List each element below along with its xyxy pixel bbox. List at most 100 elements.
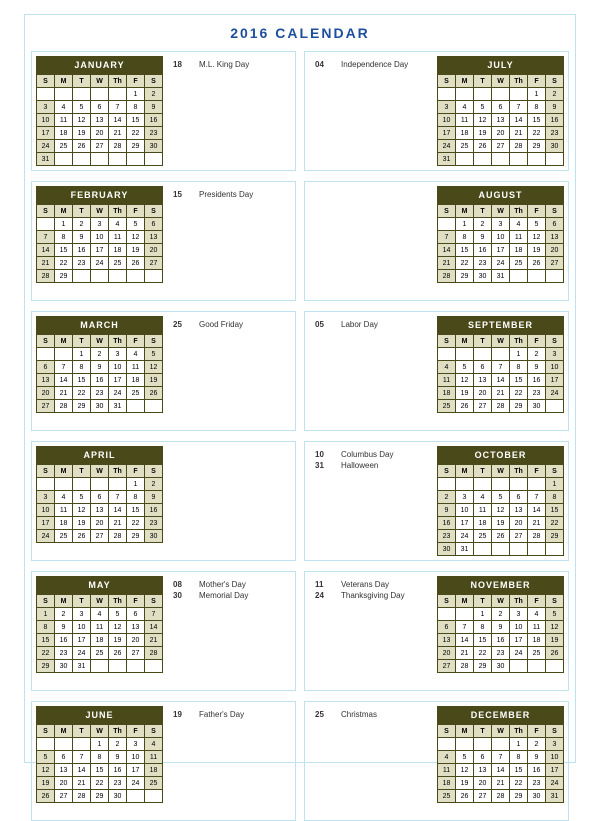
events-list: 08Mother's Day30Memorial Day [163, 576, 291, 602]
dow-header: M [456, 75, 474, 88]
day-cell: 25 [127, 387, 145, 400]
day-cell: 22 [510, 777, 528, 790]
day-cell: 22 [456, 257, 474, 270]
day-cell: 19 [73, 127, 91, 140]
day-cell: 7 [109, 491, 127, 504]
day-cell: 21 [510, 127, 528, 140]
month-block: AUGUSTSMTWThFS12345678910111213141516171… [304, 181, 569, 301]
month-calendar: JANUARYSMTWThFS1234567891011121314151617… [36, 56, 163, 166]
day-cell: 8 [91, 751, 109, 764]
day-cell: 11 [145, 751, 163, 764]
day-cell: 29 [55, 270, 73, 283]
day-cell [546, 270, 564, 283]
day-cell [528, 153, 546, 166]
day-cell: 4 [127, 348, 145, 361]
day-cell: 8 [510, 361, 528, 374]
day-cell: 3 [37, 491, 55, 504]
dow-header: S [546, 335, 564, 348]
day-cell: 5 [127, 218, 145, 231]
month-name: JULY [437, 56, 564, 74]
day-cell [55, 738, 73, 751]
month-calendar: JUNESMTWThFS1234567891011121314151617181… [36, 706, 163, 803]
day-cell [546, 660, 564, 673]
day-cell: 30 [109, 790, 127, 803]
day-cell: 11 [109, 231, 127, 244]
day-cell: 28 [510, 140, 528, 153]
dow-header: W [492, 335, 510, 348]
day-cell: 17 [510, 634, 528, 647]
dow-header: S [438, 595, 456, 608]
day-cell: 17 [109, 374, 127, 387]
event-label: Halloween [341, 461, 378, 470]
day-cell [510, 543, 528, 556]
day-cell [73, 153, 91, 166]
day-cell: 3 [492, 218, 510, 231]
event-item: 25Good Friday [173, 320, 285, 329]
day-cell: 12 [73, 504, 91, 517]
dow-header: Th [109, 205, 127, 218]
month-name: AUGUST [437, 186, 564, 204]
day-cell: 4 [55, 101, 73, 114]
dow-header: F [127, 205, 145, 218]
month-calendar: NOVEMBERSMTWThFS123456789101112131415161… [437, 576, 564, 673]
dow-header: S [37, 595, 55, 608]
day-cell: 18 [456, 127, 474, 140]
dow-header: T [474, 595, 492, 608]
dow-header: S [145, 335, 163, 348]
dow-header: M [456, 205, 474, 218]
day-cell: 28 [55, 400, 73, 413]
day-cell: 17 [438, 127, 456, 140]
day-cell: 2 [109, 738, 127, 751]
day-cell: 26 [456, 790, 474, 803]
day-cell: 2 [145, 88, 163, 101]
day-cell: 11 [55, 114, 73, 127]
event-day: 10 [315, 450, 331, 459]
day-cell: 31 [109, 400, 127, 413]
day-cell: 4 [438, 751, 456, 764]
events-list: 15Presidents Day [163, 186, 291, 201]
dow-header: S [145, 465, 163, 478]
event-day: 08 [173, 580, 189, 589]
day-cell: 29 [546, 530, 564, 543]
month-block: APRILSMTWThFS123456789101112131415161718… [31, 441, 296, 561]
day-cell: 22 [37, 647, 55, 660]
day-cell [510, 660, 528, 673]
day-cell: 5 [528, 218, 546, 231]
day-cell: 18 [510, 244, 528, 257]
day-cell: 1 [528, 88, 546, 101]
day-cell: 3 [510, 608, 528, 621]
day-cell: 5 [109, 608, 127, 621]
day-cell: 16 [145, 114, 163, 127]
dow-header: S [438, 335, 456, 348]
day-cell: 20 [492, 127, 510, 140]
day-cell [528, 478, 546, 491]
day-cell: 11 [55, 504, 73, 517]
day-cell: 7 [510, 101, 528, 114]
day-cell: 15 [510, 764, 528, 777]
day-cell: 18 [91, 634, 109, 647]
day-cell: 25 [510, 257, 528, 270]
day-cell: 15 [55, 244, 73, 257]
day-cell: 15 [91, 764, 109, 777]
day-cell [474, 738, 492, 751]
day-cell: 9 [474, 231, 492, 244]
day-cell: 3 [456, 491, 474, 504]
day-cell: 6 [474, 751, 492, 764]
day-cell: 10 [546, 361, 564, 374]
day-cell: 13 [55, 764, 73, 777]
day-cell: 27 [546, 257, 564, 270]
event-label: Father's Day [199, 710, 244, 719]
day-cell: 30 [438, 543, 456, 556]
day-cell: 1 [474, 608, 492, 621]
day-cell: 10 [510, 621, 528, 634]
day-cell: 11 [91, 621, 109, 634]
day-cell: 2 [492, 608, 510, 621]
day-cell: 28 [492, 400, 510, 413]
day-cell: 21 [73, 777, 91, 790]
day-cell: 15 [456, 244, 474, 257]
day-cell: 6 [474, 361, 492, 374]
dow-header: F [528, 75, 546, 88]
month-calendar: APRILSMTWThFS123456789101112131415161718… [36, 446, 163, 543]
day-cell: 6 [55, 751, 73, 764]
dow-header: T [73, 595, 91, 608]
